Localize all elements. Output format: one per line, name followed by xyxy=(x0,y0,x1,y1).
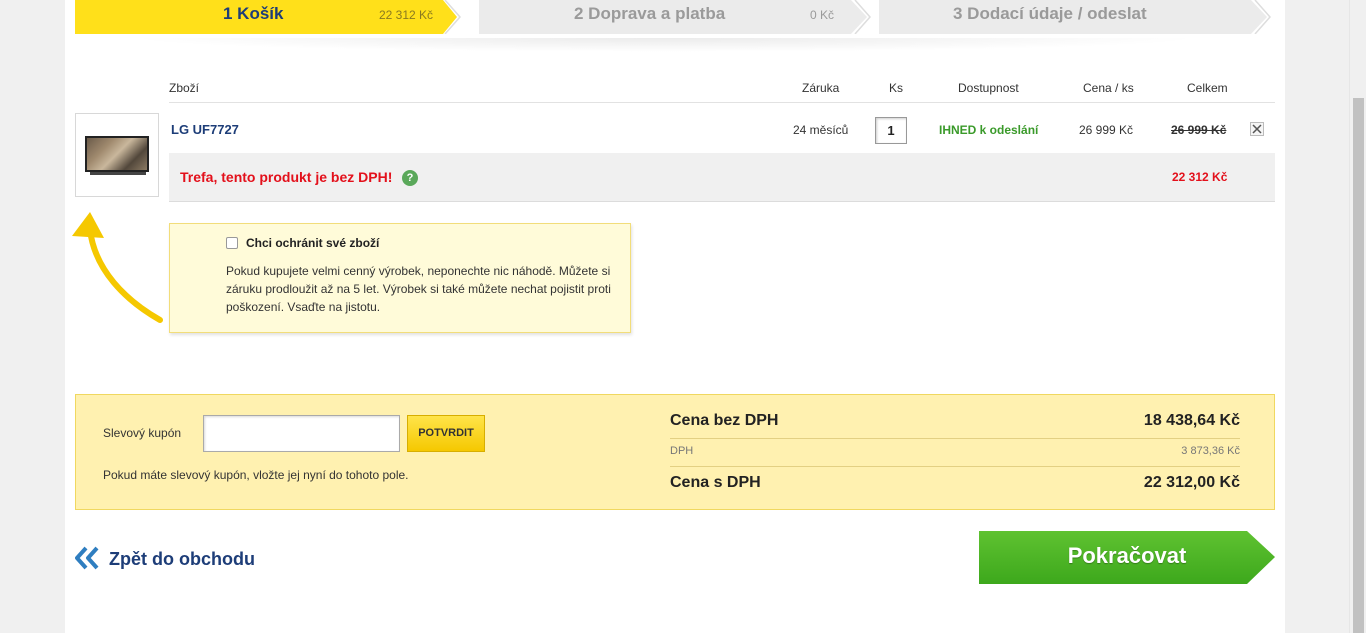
header-availability: Dostupnost xyxy=(958,81,1019,95)
step-price: 0 Kč xyxy=(810,8,835,22)
vertical-scrollbar[interactable] xyxy=(1349,0,1366,633)
header-qty: Ks xyxy=(889,81,904,95)
availability-status: IHNED k odeslání xyxy=(939,123,1039,137)
vat-value: 3 873,36 Kč xyxy=(1181,445,1240,457)
price-without-vat-label: Cena bez DPH xyxy=(670,412,779,429)
header-warranty: Záruka xyxy=(802,81,840,95)
promo-text: Trefa, tento produkt je bez DPH! xyxy=(180,169,393,185)
steps-shadow xyxy=(125,38,1205,52)
step-chevron-icon xyxy=(1254,0,1272,34)
order-summary: Slevový kupón POTVRDIT Pokud máte slevov… xyxy=(75,394,1275,510)
curved-arrow-icon xyxy=(72,212,163,323)
step-cart[interactable]: 1 Košík 22 312 Kč xyxy=(75,0,457,34)
header-unit-price: Cena / ks xyxy=(1083,81,1134,95)
product-warranty: 24 měsíců xyxy=(793,123,849,137)
checkout-steps: 1 Košík 22 312 Kč 2 Doprava a platba 0 K… xyxy=(75,0,1272,34)
tv-image xyxy=(85,136,149,172)
protect-checkbox-label[interactable]: Chci ochránit své zboží xyxy=(246,236,379,250)
header-total: Celkem xyxy=(1187,81,1228,95)
unit-price: 26 999 Kč xyxy=(1079,123,1134,137)
product-name-link[interactable]: LG UF7727 xyxy=(171,122,239,137)
vat-label: DPH xyxy=(670,445,694,457)
coupon-note: Pokud máte slevový kupón, vložte jej nyn… xyxy=(103,468,409,482)
step-shipping-payment[interactable]: 2 Doprava a platba 0 Kč xyxy=(479,0,869,34)
coupon-label: Slevový kupón xyxy=(103,426,182,440)
old-total-price: 26 999 Kč xyxy=(1171,123,1227,137)
product-thumbnail[interactable] xyxy=(75,113,159,197)
continue-button[interactable]: Pokračovat xyxy=(979,531,1276,584)
step-price: 22 312 Kč xyxy=(379,8,434,22)
promo-price: 22 312 Kč xyxy=(1172,170,1228,184)
close-icon xyxy=(1252,124,1262,134)
promo-row: Trefa, tento produkt je bez DPH! ? 22 31… xyxy=(169,153,1275,202)
help-icon[interactable]: ? xyxy=(402,170,418,186)
confirm-coupon-button[interactable]: POTVRDIT xyxy=(407,415,485,452)
back-to-shop-label: Zpět do obchodu xyxy=(109,549,255,569)
remove-item-button[interactable] xyxy=(1250,122,1264,136)
protect-checkbox[interactable] xyxy=(226,237,238,249)
continue-label: Pokračovat xyxy=(1067,543,1187,568)
cart-page: 1 Košík 22 312 Kč 2 Doprava a platba 0 K… xyxy=(65,0,1285,633)
quantity-input[interactable]: 1 xyxy=(875,117,907,144)
step-chevron-icon xyxy=(444,0,462,34)
step-label: 2 Doprava a platba xyxy=(574,4,726,23)
step-delivery-details[interactable]: 3 Dodací údaje / odeslat xyxy=(879,0,1269,34)
step-label: 1 Košík xyxy=(223,4,284,23)
price-without-vat: 18 438,64 Kč xyxy=(1143,412,1240,429)
protect-description: Pokud kupujete velmi cenný výrobek, nepo… xyxy=(226,264,611,314)
double-chevron-left-icon xyxy=(75,546,99,570)
protection-offer: Chci ochránit své zboží Pokud kupujete v… xyxy=(169,223,631,333)
scrollbar-thumb[interactable] xyxy=(1353,98,1364,633)
coupon-input[interactable] xyxy=(203,415,400,452)
price-with-vat-label: Cena s DPH xyxy=(670,474,761,491)
step-label: 3 Dodací údaje / odeslat xyxy=(953,4,1147,23)
header-item: Zboží xyxy=(169,81,200,95)
back-to-shop-link[interactable]: Zpět do obchodu xyxy=(75,546,255,575)
step-chevron-icon xyxy=(854,0,872,34)
price-with-vat: 22 312,00 Kč xyxy=(1143,474,1240,491)
header-divider xyxy=(169,102,1275,103)
